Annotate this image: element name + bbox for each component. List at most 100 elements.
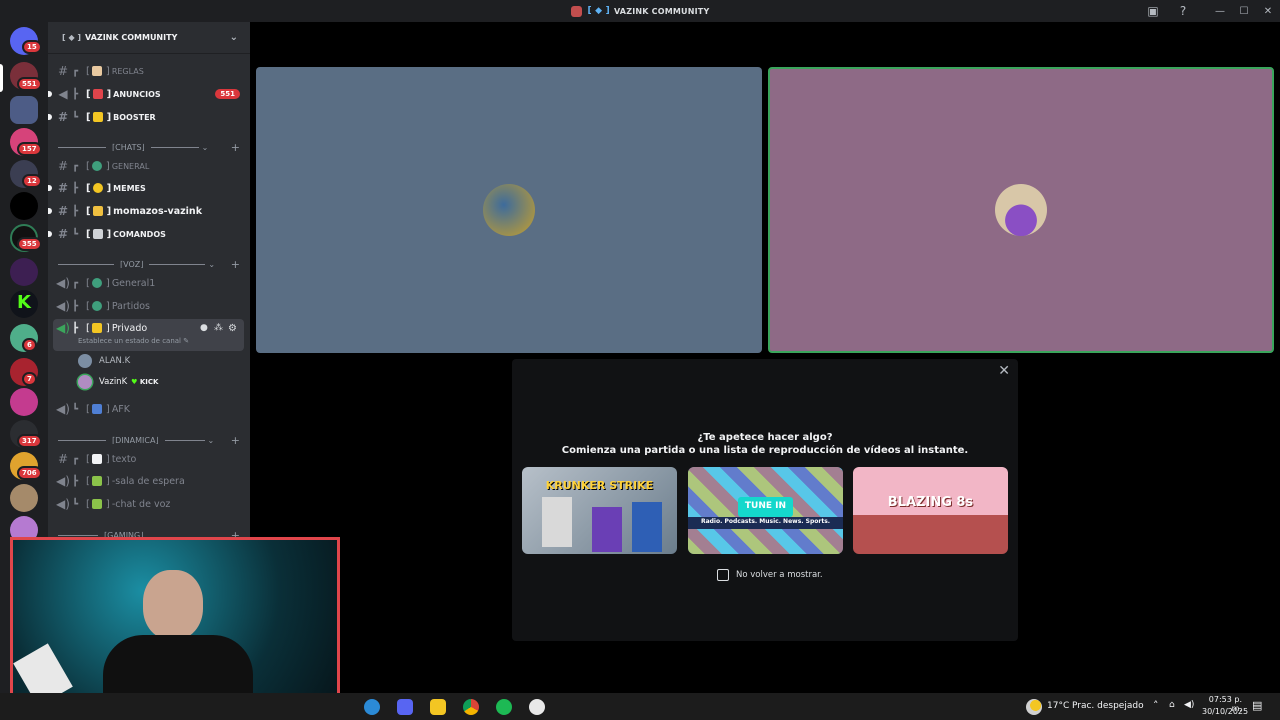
globe-emoji-icon bbox=[91, 301, 102, 311]
channel-status-hint[interactable]: Establece un estado de canal ✎ bbox=[78, 337, 189, 345]
participant-tile-vazink[interactable] bbox=[768, 67, 1274, 353]
hash-icon: # bbox=[57, 110, 69, 124]
channel-label: REGLAS bbox=[111, 66, 144, 76]
title-bar: [ ◆ ] VAZINK COMMUNITY bbox=[0, 0, 1280, 22]
close-window-button[interactable]: ✕ bbox=[1256, 6, 1280, 17]
invite-user-icon[interactable]: ⁂ bbox=[214, 323, 223, 333]
webcam-overlay bbox=[10, 537, 340, 713]
channel-anuncios[interactable]: ◀ ┣ [] ANUNCIOS 551 bbox=[48, 84, 244, 104]
server-tiktok[interactable] bbox=[10, 192, 38, 220]
channel-label: momazos-vazink bbox=[113, 205, 203, 217]
clock-date[interactable]: 30/10/2025 bbox=[1202, 707, 1248, 716]
weather-icon bbox=[1026, 699, 1042, 715]
checkbox[interactable] bbox=[717, 569, 729, 581]
activity-card-krunker[interactable]: KRUNKER STRIKE bbox=[522, 467, 677, 554]
chat-bubble-icon[interactable]: ● bbox=[200, 323, 208, 333]
avatar bbox=[78, 375, 92, 389]
mention-badge: 551 bbox=[215, 89, 240, 99]
chevron-down-icon[interactable]: ⌄ bbox=[230, 32, 238, 43]
file-explorer-icon[interactable] bbox=[430, 699, 446, 715]
channel-label: ANUNCIOS bbox=[113, 89, 161, 99]
voice-channel-afk[interactable]: ◀) ┗ [] AFK bbox=[54, 399, 244, 419]
chrome-icon[interactable] bbox=[463, 699, 479, 715]
voice-channel-general1[interactable]: ◀) ┏ [] General1 bbox=[54, 273, 244, 293]
voice-channel-sala-espera[interactable]: ◀) ┣ [] -sala de espera bbox=[54, 471, 244, 491]
voice-stage: ✕ ¿Te apetece hacer algo? Comienza una p… bbox=[250, 22, 1280, 697]
channel-reglas[interactable]: # ┏ [] REGLAS bbox=[54, 61, 244, 81]
crown-emoji-icon bbox=[92, 112, 103, 122]
voice-user[interactable]: ALAN.K bbox=[78, 352, 130, 370]
help-icon[interactable]: ? bbox=[1175, 3, 1191, 19]
hash-icon: # bbox=[57, 227, 69, 241]
server-badge: 157 bbox=[17, 142, 42, 156]
spotify-icon[interactable] bbox=[496, 699, 512, 715]
voice-user-name: VazinK bbox=[99, 377, 128, 387]
minimize-button[interactable]: — bbox=[1208, 6, 1232, 17]
add-channel-icon[interactable]: + bbox=[231, 258, 240, 271]
category-voz[interactable]: ⌈ VOZ ⌋ ⌄ + bbox=[58, 256, 244, 272]
chevron-down-icon: ⌄ bbox=[201, 142, 209, 152]
obs-icon[interactable] bbox=[529, 699, 545, 715]
kick-tag: ♥ KICK bbox=[131, 378, 159, 386]
voice-channel-partidos[interactable]: ◀) ┣ [] Partidos bbox=[54, 296, 244, 316]
discord-taskbar-icon[interactable] bbox=[397, 699, 413, 715]
hash-icon: # bbox=[57, 159, 69, 173]
checkbox-label: No volver a mostrar. bbox=[736, 570, 823, 580]
close-icon[interactable]: ✕ bbox=[998, 363, 1010, 379]
channel-momazos[interactable]: # ┣ [] momazos-vazink bbox=[48, 201, 244, 221]
server-squad[interactable] bbox=[10, 96, 38, 124]
speaker-icon: ◀) bbox=[56, 276, 70, 290]
volume-icon[interactable]: ◀) bbox=[1184, 700, 1194, 710]
folder-emoji-icon bbox=[92, 206, 103, 216]
network-icon[interactable]: ⌂ bbox=[1169, 700, 1175, 710]
voice-channel-chat-voz[interactable]: ◀) ┗ [] -chat de voz bbox=[54, 494, 244, 514]
edge-icon[interactable] bbox=[364, 699, 380, 715]
category-dinamica[interactable]: ⌈ DINAMICA ⌋ ⌄ + bbox=[58, 432, 244, 448]
channel-general[interactable]: # ┏ [] GENERAL bbox=[54, 156, 244, 176]
voice-channel-privado[interactable]: ◀) ┣ [] Privado ● ⁂ ⚙ bbox=[54, 318, 244, 338]
server-badge: 12 bbox=[22, 174, 42, 188]
server-purple[interactable] bbox=[10, 258, 38, 286]
server-kick[interactable]: K bbox=[10, 290, 38, 318]
activity-card-blazing[interactable]: BLAZING 8s bbox=[853, 467, 1008, 554]
participant-tile-alan[interactable] bbox=[256, 67, 762, 353]
gear-icon[interactable]: ⚙ bbox=[228, 323, 237, 334]
add-channel-icon[interactable]: + bbox=[231, 141, 240, 154]
server-icon bbox=[570, 5, 582, 17]
inbox-icon[interactable]: ▣ bbox=[1145, 3, 1161, 19]
tree-branch-icon: ┏ bbox=[72, 65, 79, 77]
channel-label: AFK bbox=[111, 403, 131, 415]
chevron-up-icon[interactable]: ˄ bbox=[1153, 699, 1159, 712]
guild-header[interactable]: [ ◆ ] VAZINK COMMUNITY ⌄ bbox=[48, 22, 250, 54]
notifications-icon[interactable]: ▤ bbox=[1252, 699, 1262, 712]
maximize-button[interactable]: ☐ bbox=[1232, 6, 1256, 17]
add-channel-icon[interactable]: + bbox=[231, 434, 240, 447]
laugh-emoji-icon bbox=[92, 183, 103, 193]
channel-texto[interactable]: # ┏ [] texto bbox=[54, 449, 244, 469]
category-chats[interactable]: ⌈ CHATS ⌋ ⌄ + bbox=[58, 139, 244, 155]
paper-emoji-icon bbox=[91, 454, 102, 464]
category-label: DINAMICA bbox=[115, 435, 156, 445]
channel-label: texto bbox=[111, 453, 137, 465]
tree-branch-icon: ┏ bbox=[72, 277, 79, 289]
dont-show-again-checkbox[interactable]: No volver a mostrar. bbox=[717, 569, 823, 581]
globe-emoji-icon bbox=[91, 161, 102, 171]
channel-memes[interactable]: # ┣ [] MEMES bbox=[48, 178, 244, 198]
channel-label: GENERAL bbox=[111, 161, 150, 171]
speaker-icon: ◀) bbox=[56, 497, 70, 511]
voice-user-name: ALAN.K bbox=[99, 356, 131, 366]
activity-card-tunein[interactable]: TUNE IN Radio. Podcasts. Music. News. Sp… bbox=[688, 467, 843, 554]
weather-temp[interactable]: 17°C bbox=[1047, 701, 1069, 711]
channel-comandos[interactable]: # ┗ [] COMANDOS bbox=[48, 224, 244, 244]
card-tagline: Radio. Podcasts. Music. News. Sports. bbox=[700, 518, 831, 525]
channel-booster[interactable]: # ┗ [] BOOSTER bbox=[48, 107, 244, 127]
sleep-emoji-icon bbox=[91, 404, 102, 414]
channel-label: Partidos bbox=[111, 300, 150, 312]
server-cat[interactable] bbox=[10, 484, 38, 512]
server-magenta[interactable] bbox=[10, 388, 38, 416]
clipboard-emoji-icon bbox=[92, 229, 103, 239]
weather-desc[interactable]: Prac. despejado bbox=[1072, 701, 1144, 711]
tree-branch-icon: ┣ bbox=[72, 300, 79, 312]
voice-user[interactable]: VazinK ♥ KICK bbox=[78, 373, 158, 391]
tree-branch-icon: ┗ bbox=[72, 228, 79, 240]
